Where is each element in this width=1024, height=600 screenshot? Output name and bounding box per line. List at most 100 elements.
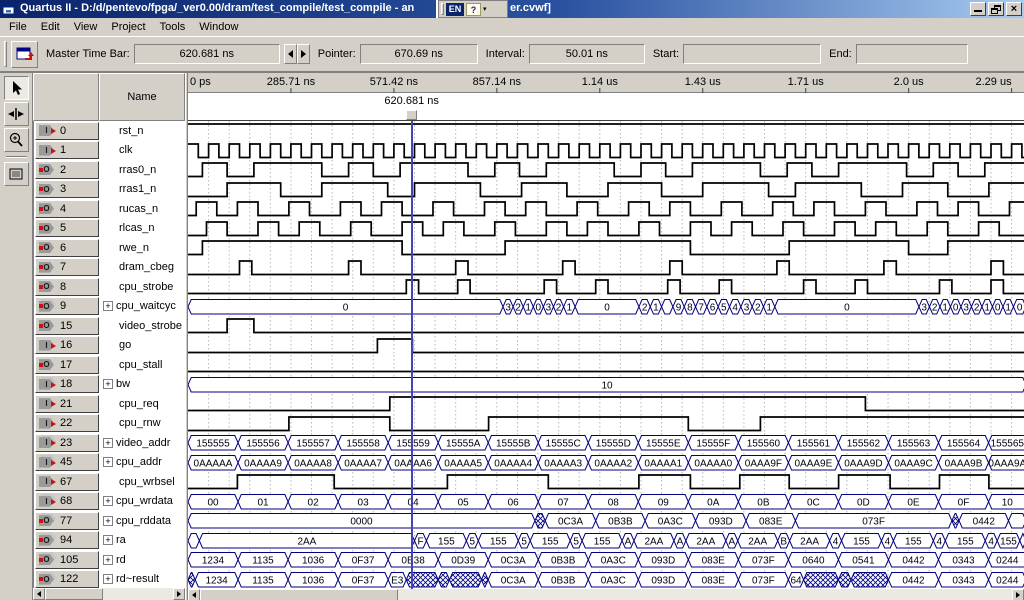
language-bar[interactable]: EN ? ▾	[438, 0, 508, 18]
fullscreen-tool-button[interactable]	[4, 162, 29, 186]
signal-name-cell[interactable]: +rd	[100, 550, 185, 570]
language-bar-grip[interactable]	[441, 3, 444, 15]
signal-name-cell[interactable]: rwe_n	[100, 238, 185, 258]
new-waveform-button[interactable]	[11, 41, 38, 68]
waveform-cpu_wrbsel[interactable]	[188, 472, 1024, 492]
menu-project[interactable]: Project	[104, 19, 152, 35]
menu-tools[interactable]: Tools	[153, 19, 193, 35]
waveform-cpu_addr[interactable]: 0AAAAA0AAAA90AAAA80AAAA70AAAA60AAAA50AAA…	[188, 453, 1024, 473]
name-scroll-thumb[interactable]	[45, 588, 103, 600]
name-column-header[interactable]: Name	[99, 73, 185, 121]
signal-handle-video_strobe[interactable]: O15	[35, 317, 99, 335]
signal-name-cell[interactable]: +rd~result	[100, 569, 185, 588]
waveform-video_strobe[interactable]	[188, 316, 1024, 336]
signal-handle-cpu_wrdata[interactable]: I68	[35, 492, 99, 510]
spin-left-button[interactable]	[284, 44, 297, 64]
waveform-rucas_n[interactable]	[188, 199, 1024, 219]
restore-button[interactable]	[988, 2, 1004, 16]
signal-handle-rras1_n[interactable]: O3	[35, 180, 99, 198]
signal-handle-cpu_req[interactable]: I21	[35, 395, 99, 413]
signal-name-cell[interactable]: cpu_rnw	[100, 413, 185, 433]
signal-name-cell[interactable]: cpu_req	[100, 394, 185, 414]
waveform-rlcas_n[interactable]	[188, 219, 1024, 239]
waveform-rst_n[interactable]	[188, 121, 1024, 141]
signal-handle-rlcas_n[interactable]: O5	[35, 219, 99, 237]
signal-handle-ra[interactable]: O94	[35, 531, 99, 549]
expand-plus-icon[interactable]: +	[103, 438, 113, 448]
waveform-rras0_n[interactable]	[188, 160, 1024, 180]
signal-name-cell[interactable]: +cpu_wrdata	[100, 491, 185, 511]
expand-plus-icon[interactable]: +	[103, 379, 113, 389]
signal-name-cell[interactable]: go	[100, 335, 185, 355]
expand-plus-icon[interactable]: +	[103, 516, 113, 526]
signal-name-cell[interactable]: rras1_n	[100, 179, 185, 199]
signal-handle-rucas_n[interactable]: O4	[35, 200, 99, 218]
signal-handle-rras0_n[interactable]: O2	[35, 161, 99, 179]
signal-name-cell[interactable]: rras0_n	[100, 160, 185, 180]
waveform-rd[interactable]: 1234113510360F370E380D390C3A0B3B0A3C093D…	[188, 550, 1024, 570]
signal-name-cell[interactable]: +ra	[100, 530, 185, 550]
signal-name-cell[interactable]: cpu_wrbsel	[100, 472, 185, 492]
signal-handle-rd~result[interactable]: O122	[35, 570, 99, 588]
signal-name-cell[interactable]: cpu_stall	[100, 355, 185, 375]
waveform-clk[interactable]	[188, 141, 1024, 161]
menu-view[interactable]: View	[67, 19, 105, 35]
end-field[interactable]	[856, 44, 968, 64]
waveform-scroll-thumb[interactable]	[200, 589, 398, 600]
menu-file[interactable]: File	[2, 19, 34, 35]
signal-handle-cpu_wrbsel[interactable]: I67	[35, 473, 99, 491]
waveform-cpu_waitcyc[interactable]: 0321032102198765432103210321010	[188, 297, 1024, 317]
signal-name-cell[interactable]: +bw	[100, 374, 185, 394]
signal-handle-rwe_n[interactable]: O6	[35, 239, 99, 257]
signal-name-cell[interactable]: rst_n	[100, 121, 185, 141]
signal-handle-clk[interactable]: I1	[35, 141, 99, 159]
language-bar-options-icon[interactable]: ▾	[483, 3, 491, 16]
master-time-bar-track[interactable]: 620.681 ns	[188, 93, 1024, 121]
expand-plus-icon[interactable]: +	[103, 457, 113, 467]
signal-handle-cpu_rnw[interactable]: I22	[35, 414, 99, 432]
help-icon[interactable]: ?	[466, 3, 481, 16]
expand-plus-icon[interactable]: +	[103, 496, 113, 506]
menu-window[interactable]: Window	[192, 19, 245, 35]
toolbar-grip[interactable]	[4, 41, 7, 67]
expand-plus-icon[interactable]: +	[103, 555, 113, 565]
signal-name-cell[interactable]: clk	[100, 140, 185, 160]
snap-transition-tool-button[interactable]	[4, 102, 29, 126]
expand-plus-icon[interactable]: +	[103, 301, 113, 311]
signal-handle-go[interactable]: I16	[35, 336, 99, 354]
signal-handle-rst_n[interactable]: I0	[35, 122, 99, 140]
scroll-left-icon[interactable]	[188, 589, 200, 600]
signal-name-cell[interactable]: rlcas_n	[100, 218, 185, 238]
minimize-button[interactable]	[970, 2, 986, 16]
waveform-rras1_n[interactable]	[188, 180, 1024, 200]
signal-handle-cpu_waitcyc[interactable]: O9	[35, 297, 99, 315]
expand-plus-icon[interactable]: +	[103, 574, 113, 584]
signal-name-cell[interactable]: rucas_n	[100, 199, 185, 219]
master-time-bar-field[interactable]: 620.681 ns	[134, 44, 280, 64]
language-en-badge[interactable]: EN	[446, 3, 464, 16]
waveform-cpu_req[interactable]	[188, 394, 1024, 414]
waveform-cpu_wrdata[interactable]: 000102030405060708090A0B0C0D0E0F10	[188, 492, 1024, 512]
scroll-left-icon[interactable]	[33, 588, 45, 600]
waveform-rwe_n[interactable]	[188, 238, 1024, 258]
waveform-ra[interactable]: 2AAF155515551555155A2AAA2AAA2AAB2AA41554…	[188, 531, 1024, 551]
waveform-rows[interactable]: 0321032102198765432103210321010101555551…	[188, 121, 1024, 589]
selection-tool-button[interactable]	[4, 76, 29, 100]
start-field[interactable]	[683, 44, 821, 64]
signal-name-cell[interactable]: +cpu_waitcyc	[100, 296, 185, 316]
spin-right-button[interactable]	[297, 44, 310, 64]
waveform-cpu_rddata[interactable]: 00000C3A0B3B0A3C093D083E073F0442	[188, 511, 1024, 531]
close-button[interactable]: ×	[1006, 2, 1022, 16]
signal-handle-rd[interactable]: O105	[35, 551, 99, 569]
menu-edit[interactable]: Edit	[34, 19, 67, 35]
waveform-rd~result[interactable]: 1234113510360F37E30C3A0B3B0A3C093D083E07…	[188, 570, 1024, 590]
waveform-dram_cbeg[interactable]	[188, 258, 1024, 278]
time-axis[interactable]: 0 ps285.71 ns571.42 ns857.14 ns1.14 us1.…	[188, 73, 1024, 93]
signal-name-cell[interactable]: video_strobe	[100, 316, 185, 336]
master-time-bar-line[interactable]	[411, 121, 413, 589]
signal-name-cell[interactable]: dram_cbeg	[100, 257, 185, 277]
waveform-hscrollbar[interactable]	[188, 589, 1024, 600]
waveform-cpu_strobe[interactable]	[188, 277, 1024, 297]
signal-handle-cpu_stall[interactable]: O17	[35, 356, 99, 374]
signal-handle-cpu_strobe[interactable]: O8	[35, 278, 99, 296]
